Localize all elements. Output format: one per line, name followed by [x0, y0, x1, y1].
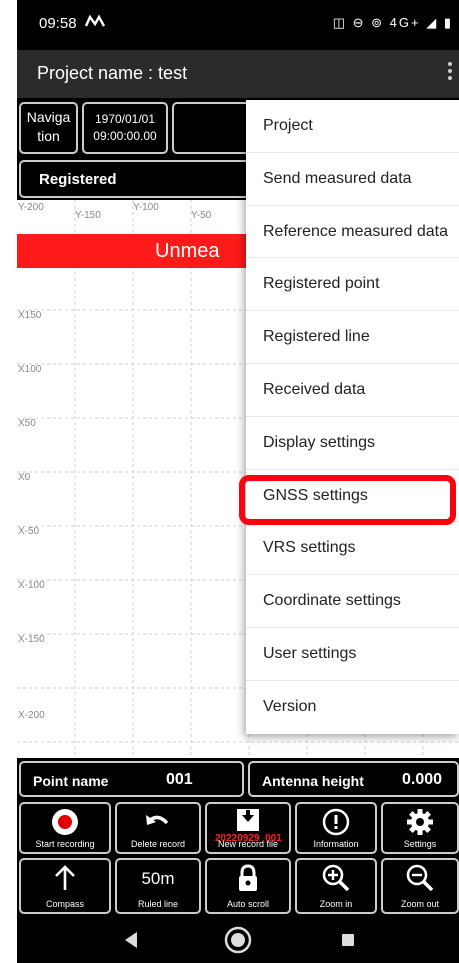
undo-icon	[117, 807, 199, 835]
start-recording-label: Start recording	[35, 839, 95, 849]
menu-item-registered-point[interactable]: Registered point	[246, 258, 459, 312]
zoom-in-icon	[297, 863, 375, 892]
menu-item-version[interactable]: Version	[246, 681, 459, 734]
x-axis-label: X50	[18, 418, 36, 429]
y-axis-label: Y-100	[133, 202, 159, 213]
system-nav-bar	[17, 918, 459, 963]
navigation-label-1: Naviga	[26, 109, 71, 125]
bottom-panel: Point name 001 Antenna height 0.000 Star…	[17, 758, 459, 918]
compass-button[interactable]: Compass	[19, 858, 111, 914]
carrier-icon	[84, 14, 106, 32]
menu-item-received-data[interactable]: Received data	[246, 364, 459, 417]
auto-scroll-button[interactable]: Auto scroll	[205, 858, 291, 914]
date-value: 1970/01/01	[94, 112, 156, 126]
y-axis-label: Y-50	[191, 210, 212, 221]
information-button[interactable]: Information	[295, 802, 377, 854]
antenna-height-field[interactable]: Antenna height 0.000	[248, 761, 459, 797]
new-file-icon	[207, 807, 289, 835]
new-record-file-label: New record file	[217, 839, 279, 849]
x-axis-label: X-150	[18, 634, 45, 645]
x-axis-label: X-200	[18, 710, 45, 721]
datetime-box: 1970/01/01 09:00:00.00	[82, 102, 168, 154]
menu-item-project[interactable]: Project	[246, 100, 459, 153]
recents-icon[interactable]	[342, 934, 354, 946]
settings-label: Settings	[403, 839, 437, 849]
compass-label: Compass	[45, 899, 84, 909]
delete-record-label: Delete record	[130, 839, 186, 849]
zoom-in-label: Zoom in	[319, 899, 353, 909]
menu-item-send-measured-data[interactable]: Send measured data	[246, 153, 459, 206]
zoom-out-icon	[383, 863, 457, 892]
zoom-in-button[interactable]: Zoom in	[295, 858, 377, 914]
app-screen: 09:58 ◫ ⊖ ⊚ 4G+ ◢ ▮ Project name : test …	[17, 0, 459, 963]
record-icon	[21, 807, 109, 835]
menu-item-coordinate-settings[interactable]: Coordinate settings	[246, 575, 459, 628]
start-recording-button[interactable]: Start recording	[19, 802, 111, 854]
ruled-line-button[interactable]: 50m Ruled line	[115, 858, 201, 914]
status-bar: 09:58 ◫ ⊖ ⊚ 4G+ ◢ ▮	[17, 0, 459, 50]
status-time: 09:58	[39, 15, 77, 32]
overflow-menu-icon[interactable]	[445, 59, 455, 89]
menu-item-reference-measured-data[interactable]: Reference measured data	[246, 206, 459, 259]
delete-record-button[interactable]: Delete record	[115, 802, 201, 854]
navigation-box[interactable]: Naviga tion	[19, 102, 78, 154]
navigation-label-2: tion	[37, 128, 60, 144]
antenna-height-value: 0.000	[402, 771, 443, 788]
project-title: Project name : test	[37, 63, 188, 83]
point-name-field[interactable]: Point name 001	[19, 761, 244, 797]
overflow-menu: Project Send measured data Reference mea…	[246, 100, 459, 734]
x-axis-label: X-50	[18, 526, 40, 537]
information-label: Information	[313, 839, 359, 849]
menu-item-registered-line[interactable]: Registered line	[246, 311, 459, 364]
status-icons: ◫ ⊖ ⊚ 4G+ ◢ ▮	[332, 15, 453, 30]
zoom-out-button[interactable]: Zoom out	[381, 858, 459, 914]
x-axis-label: X100	[18, 364, 42, 375]
menu-item-gnss-settings[interactable]: GNSS settings	[246, 470, 459, 523]
menu-item-user-settings[interactable]: User settings	[246, 628, 459, 681]
arrow-up-icon	[21, 863, 109, 891]
info-icon	[297, 807, 375, 836]
y-axis-label: Y-150	[75, 210, 101, 221]
app-bar: Project name : test	[17, 50, 459, 98]
point-name-label: Point name	[33, 773, 109, 789]
zoom-out-label: Zoom out	[400, 899, 440, 909]
menu-item-vrs-settings[interactable]: VRS settings	[246, 522, 459, 576]
point-name-value: 001	[166, 771, 193, 788]
gear-icon	[383, 807, 457, 835]
x-axis-label: X150	[18, 310, 42, 321]
registered-label: Registered	[19, 160, 259, 198]
new-record-file-button[interactable]: 20220929_001 New record file	[205, 802, 291, 854]
auto-scroll-label: Auto scroll	[226, 899, 270, 909]
lock-icon	[207, 863, 289, 891]
antenna-height-label: Antenna height	[262, 773, 364, 789]
unmeasured-banner-text: Unmea	[155, 240, 220, 262]
menu-item-display-settings[interactable]: Display settings	[246, 417, 459, 470]
home-icon[interactable]	[224, 926, 252, 954]
ruled-line-value: 50m	[141, 869, 175, 888]
x-axis-label: X0	[18, 472, 31, 483]
time-value: 09:00:00.00	[93, 129, 157, 143]
x-axis-label: X-100	[18, 580, 45, 591]
y-axis-label: Y-200	[18, 202, 44, 213]
back-icon[interactable]	[125, 932, 137, 948]
ruled-line-label: Ruled line	[137, 899, 179, 909]
settings-button[interactable]: Settings	[381, 802, 459, 854]
